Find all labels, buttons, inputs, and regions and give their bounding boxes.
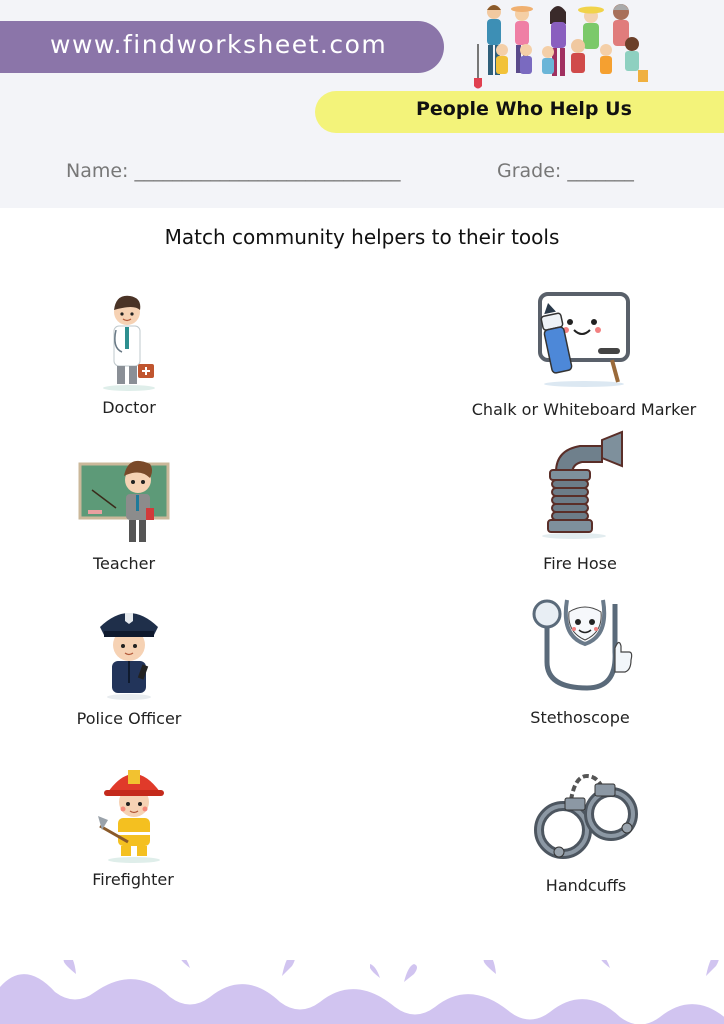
fire-hose-icon: [542, 430, 623, 539]
tool-label: Chalk or Whiteboard Marker: [471, 400, 697, 419]
helper-item-police-officer[interactable]: Police Officer: [69, 603, 189, 728]
helper-label: Teacher: [92, 554, 156, 573]
handcuffs-icon: [534, 773, 638, 859]
people-group-illustration: [474, 4, 648, 89]
tool-item-handcuffs[interactable]: Handcuffs: [526, 770, 646, 895]
site-url: www.findworksheet.com: [50, 30, 388, 59]
doctor-icon: [103, 295, 155, 391]
helper-label: Police Officer: [76, 709, 182, 728]
helper-label: Doctor: [102, 398, 156, 417]
stethoscope-icon: [532, 599, 633, 691]
tool-label: Fire Hose: [543, 554, 617, 573]
helper-item-firefighter[interactable]: Firefighter: [73, 760, 193, 889]
whiteboard-marker-icon: [538, 292, 630, 387]
police-officer-icon: [100, 613, 158, 700]
footer-wave-decoration: [0, 960, 724, 1024]
grade-field[interactable]: Grade: _______: [497, 160, 634, 182]
tool-label: Stethoscope: [530, 708, 630, 727]
tool-item-fire-hose[interactable]: Fire Hose: [520, 428, 640, 573]
teacher-icon: [78, 460, 170, 542]
helper-item-doctor[interactable]: Doctor: [69, 292, 189, 417]
worksheet-title: People Who Help Us: [416, 98, 632, 120]
helper-item-teacher[interactable]: Teacher: [64, 452, 184, 573]
tool-item-stethoscope[interactable]: Stethoscope: [520, 596, 640, 727]
name-field[interactable]: Name: ____________________________: [66, 160, 401, 182]
firefighter-icon: [98, 770, 164, 863]
helper-label: Firefighter: [92, 870, 174, 889]
tool-label: Handcuffs: [545, 876, 627, 895]
person-1: [474, 5, 501, 89]
instructions: Match community helpers to their tools: [164, 225, 560, 249]
tool-item-whiteboard-marker[interactable]: Chalk or Whiteboard Marker: [466, 290, 702, 419]
